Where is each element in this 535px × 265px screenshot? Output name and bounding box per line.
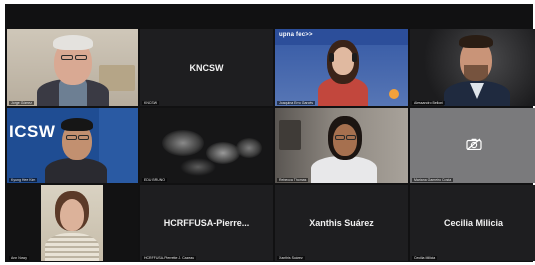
participant-name-label: Mariana Gameiro Costa (412, 178, 454, 182)
participant-tile-1[interactable]: Jorge Gómez (7, 29, 138, 106)
participant-video-9 (41, 185, 103, 261)
participant-display-name: Cecilia Milicia (443, 218, 504, 228)
participant-name-label: HCRFFUSA-Pierrette J. Cazeau (142, 256, 197, 260)
participant-name-label: Ann Nowy (9, 256, 29, 260)
participant-video-6 (140, 108, 273, 183)
participant-video-4 (410, 29, 535, 106)
participant-tile-5[interactable]: ICSW Kyung Hee Kim (7, 108, 138, 183)
participant-video-3: upna fec>> (275, 29, 408, 106)
participant-tile-9[interactable]: Ann Nowy (7, 185, 138, 261)
participant-tile-10[interactable]: HCRFFUSA-Pierre... HCRFFUSA-Pierrette J.… (140, 185, 273, 261)
participant-video-5: ICSW (7, 108, 138, 183)
participant-tile-12[interactable]: Cecilia Milicia Cecilia Milicia (410, 185, 535, 261)
participant-display-name: Xanthis Suárez (309, 218, 374, 228)
participant-tile-6[interactable]: EDU BRUNO (140, 108, 273, 183)
participant-tile-11[interactable]: Xanthis Suárez Xanthis Suárez (275, 185, 408, 261)
participant-tile-4[interactable]: Alessandro Belloni (410, 29, 535, 106)
participant-display-name: HCRFFUSA-Pierre... (163, 218, 250, 228)
participant-name-label: Joaquina Erro Garcés (277, 101, 316, 105)
camera-off-icon (466, 137, 482, 151)
participant-tile-8[interactable]: Mariana Gameiro Costa (410, 108, 535, 183)
participant-grid: Jorge Gómez KNCSW KNCSW upna fec>> Joaqu… (7, 29, 535, 261)
backdrop-text: ICSW (9, 122, 56, 141)
participant-name-label: Jorge Gómez (9, 101, 35, 105)
participant-name-label: Kyung Hee Kim (9, 178, 38, 182)
participant-display-name: KNCSW (189, 62, 224, 73)
participant-name-label: KNCSW (142, 101, 160, 105)
video-call-window: Jorge Gómez KNCSW KNCSW upna fec>> Joaqu… (5, 4, 535, 262)
participant-video-1 (7, 29, 138, 106)
participant-tile-2[interactable]: KNCSW KNCSW (140, 29, 273, 106)
participant-name-label: Cecilia Milicia (412, 256, 438, 260)
banner-brand-text: upna fec>> (279, 32, 313, 38)
participant-video-7 (275, 108, 408, 183)
participant-name-label: Alessandro Belloni (412, 101, 445, 105)
participant-name-label: EDU BRUNO (142, 178, 168, 182)
participant-tile-3[interactable]: upna fec>> Joaquina Erro Garcés (275, 29, 408, 106)
participant-tile-7[interactable]: Rebecca Thomas (275, 108, 408, 183)
participant-name-label: Rebecca Thomas (277, 178, 309, 182)
participant-name-label: Xanthis Suárez (277, 256, 305, 260)
